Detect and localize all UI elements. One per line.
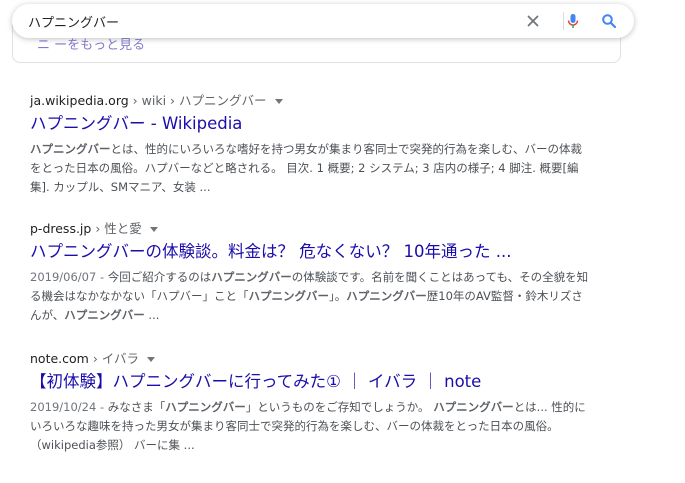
search-icon[interactable] (601, 13, 617, 29)
result-snippet: 2019/06/07 - 今回ご紹介するのはハプニングバーの体験談です。名前を聞… (30, 268, 590, 325)
snippet-text: 今回ご紹介するのは (107, 270, 212, 284)
result-breadcrumb[interactable]: note.com › イバラ (30, 350, 590, 368)
search-bar (12, 4, 634, 38)
snippet-highlight: ハプニングバー (211, 270, 292, 284)
result-snippet: ハプニングバーとは、性的にいろいろな嗜好を持つ男女が集まり客同士で突発的行為を楽… (30, 140, 590, 197)
result-title-link[interactable]: ハプニングバー - Wikipedia (30, 112, 590, 136)
result-date: 2019/10/24 - (30, 400, 108, 414)
search-bar-divider (563, 12, 564, 30)
result-path: › 性と愛 (91, 221, 142, 236)
caret-down-icon[interactable] (149, 227, 158, 232)
snippet-highlight: ハプニングバー (30, 142, 111, 156)
close-icon[interactable] (525, 13, 541, 29)
microphone-icon[interactable] (565, 13, 581, 29)
snippet-text: 」というものをご存知でしょうか。 (245, 400, 434, 414)
result-date: 2019/06/07 - (30, 270, 108, 284)
snippet-text: ... (144, 308, 160, 322)
snippet-text: みなさま「 (107, 400, 166, 414)
search-result: note.com › イバラ 【初体験】ハプニングバーに行ってみた① ｜ イバラ… (30, 350, 590, 455)
result-breadcrumb[interactable]: ja.wikipedia.org › wiki › ハプニングバー (30, 92, 590, 110)
result-site: note.com (30, 351, 89, 366)
search-result: p-dress.jp › 性と愛 ハプニングバーの体験談。料金は？ 危なくない？… (30, 220, 590, 325)
snippet-highlight: ハプニングバー (248, 289, 330, 303)
snippet-text: とは、性的にいろいろな嗜好を持つ男女が集まり客同士で突発的行為を楽しむ、バーの体… (30, 142, 582, 194)
result-breadcrumb[interactable]: p-dress.jp › 性と愛 (30, 220, 590, 238)
snippet-highlight: ハプニングバー (165, 400, 246, 414)
result-site: p-dress.jp (30, 221, 92, 236)
caret-down-icon[interactable] (147, 357, 156, 362)
result-title-link[interactable]: ハプニングバーの体験談。料金は？ 危なくない？ 10年通った ... (30, 240, 590, 264)
result-path: › wiki › ハプニングバー (128, 93, 267, 108)
result-snippet: 2019/10/24 - みなさま「ハプニングバー」というものをご存知でしょうか… (30, 398, 590, 455)
result-site: ja.wikipedia.org (30, 93, 129, 108)
snippet-highlight: ハプニングバー (346, 289, 427, 303)
result-path: › イバラ (88, 351, 140, 366)
snippet-highlight: ハプニングバー (64, 308, 145, 322)
caret-down-icon[interactable] (274, 99, 283, 104)
search-input[interactable] (28, 11, 508, 31)
snippet-text: 」。 (329, 289, 347, 303)
snippet-highlight: ハプニングバー (433, 400, 514, 414)
result-title-link[interactable]: 【初体験】ハプニングバーに行ってみた① ｜ イバラ ｜ note (30, 370, 590, 394)
search-result: ja.wikipedia.org › wiki › ハプニングバー ハプニングバ… (30, 92, 590, 197)
